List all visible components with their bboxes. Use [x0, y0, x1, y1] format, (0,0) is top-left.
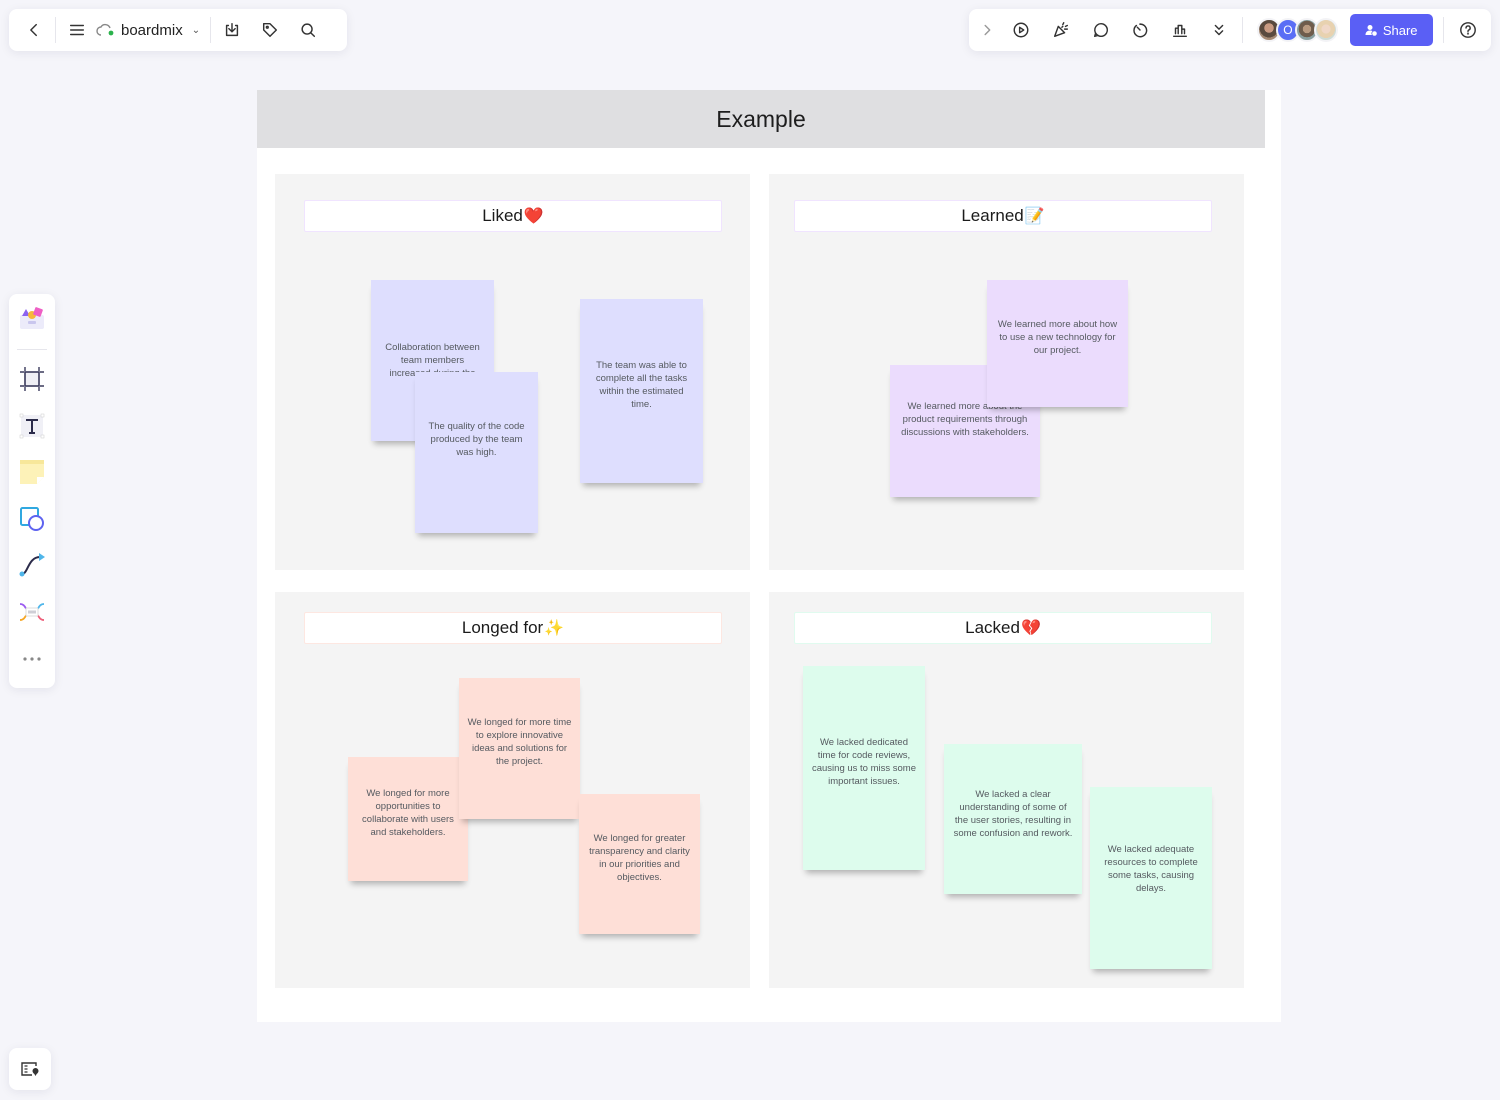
quadrant-learned: Learned 📝 We learned more about the produ…	[769, 174, 1244, 570]
chevron-left-icon	[30, 23, 37, 37]
timer-icon	[1133, 23, 1148, 38]
memo-icon: 📝	[1024, 208, 1045, 225]
sticky-note[interactable]: The quality of the code produced by the …	[415, 372, 538, 533]
more-dots-icon	[23, 657, 41, 661]
celebrate-icon	[1053, 22, 1069, 38]
sticky-note[interactable]: We learned more about how to use a new t…	[987, 280, 1128, 407]
expand-toolbar-button[interactable]	[977, 15, 997, 45]
board-title: Example	[257, 90, 1265, 148]
divider	[1241, 17, 1243, 43]
quadrant-lacked: Lacked 💔 We lacked dedicated time for cod…	[769, 592, 1244, 988]
comment-icon	[1093, 22, 1108, 38]
avatar[interactable]	[1313, 18, 1338, 42]
comment-button[interactable]	[1086, 15, 1116, 45]
download-tray-icon	[225, 22, 239, 37]
divider	[55, 17, 56, 43]
share-button[interactable]: Share	[1349, 14, 1433, 46]
templates-icon	[20, 307, 44, 330]
connector-icon	[19, 553, 45, 577]
retrospective-board: Example Liked ❤️ Collaboration between te…	[257, 90, 1281, 1022]
cloud-synced-icon	[96, 23, 114, 36]
tool-templates[interactable]	[14, 302, 50, 337]
back-button[interactable]	[19, 15, 49, 45]
sticky-note[interactable]: We longed for more time to explore innov…	[459, 678, 580, 819]
tool-more[interactable]	[14, 641, 50, 676]
tool-mind-map[interactable]	[14, 595, 50, 630]
quadrant-title[interactable]: Learned 📝	[794, 200, 1212, 232]
help-button[interactable]	[1454, 15, 1484, 45]
help-circle-icon	[1460, 22, 1477, 38]
chevron-right-icon	[984, 24, 991, 36]
mind-map-icon	[19, 603, 45, 621]
tag-icon	[263, 22, 278, 38]
vote-button[interactable]	[1165, 15, 1195, 45]
divider	[17, 348, 47, 350]
chevron-down-icon: ⌄	[191, 24, 201, 36]
frame-icon	[20, 366, 44, 391]
timer-button[interactable]	[1125, 15, 1155, 45]
tool-shapes[interactable]	[14, 501, 50, 536]
more-double-chevron-icon	[1214, 24, 1224, 36]
shapes-icon	[20, 506, 44, 531]
collaborator-avatars: O	[1256, 18, 1338, 42]
sticky-note[interactable]: We longed for more opportunities to coll…	[348, 757, 468, 881]
quadrant-longed-for: Longed for ✨ We longed for more opportuni…	[275, 592, 750, 988]
menu-button[interactable]	[62, 15, 92, 45]
divider	[210, 17, 212, 43]
minimap-button[interactable]	[9, 1048, 51, 1090]
minimap-icon	[21, 1062, 39, 1076]
quadrant-title[interactable]: Lacked 💔	[794, 612, 1212, 644]
sticky-note-icon	[20, 460, 44, 485]
broken-heart-icon: 💔	[1020, 620, 1041, 637]
sticky-note[interactable]: We lacked dedicated time for code review…	[803, 666, 925, 870]
hamburger-menu-icon	[69, 24, 85, 36]
search-icon	[301, 23, 316, 38]
tool-sticky-note[interactable]	[14, 455, 50, 490]
tool-text[interactable]	[14, 408, 50, 443]
more-tools-button[interactable]	[1204, 15, 1234, 45]
sticky-note[interactable]: We longed for greater transparency and c…	[579, 794, 700, 934]
tool-frame[interactable]	[14, 362, 50, 397]
present-button[interactable]	[1007, 15, 1037, 45]
sticky-note[interactable]: We lacked a clear understanding of some …	[944, 744, 1082, 894]
sparkles-icon: ✨	[544, 620, 565, 637]
sticky-note[interactable]: The team was able to complete all the ta…	[580, 299, 703, 483]
left-toolbar	[9, 294, 55, 688]
heart-icon: ❤️	[523, 208, 544, 225]
import-button[interactable]	[217, 15, 247, 45]
vote-chart-icon	[1172, 24, 1187, 38]
play-presentation-icon	[1013, 22, 1029, 38]
search-button[interactable]	[293, 15, 323, 45]
add-user-icon	[1365, 25, 1377, 36]
sticky-note[interactable]: We lacked adequate resources to complete…	[1090, 787, 1212, 969]
tag-button[interactable]	[255, 15, 285, 45]
quadrant-liked: Liked ❤️ Collaboration between team membe…	[275, 174, 750, 570]
share-label: Share	[1382, 22, 1418, 38]
celebrate-button[interactable]	[1046, 15, 1076, 45]
file-name-dropdown[interactable]: boardmix ⌄	[92, 22, 204, 39]
divider	[1442, 17, 1444, 43]
top-left-toolbar: boardmix ⌄	[9, 9, 347, 51]
tool-connector[interactable]	[14, 548, 50, 583]
file-name: boardmix	[121, 21, 183, 39]
quadrant-title[interactable]: Liked ❤️	[304, 200, 722, 232]
text-icon	[19, 413, 45, 438]
quadrant-title[interactable]: Longed for ✨	[304, 612, 722, 644]
top-right-toolbar: O Share	[969, 9, 1491, 51]
